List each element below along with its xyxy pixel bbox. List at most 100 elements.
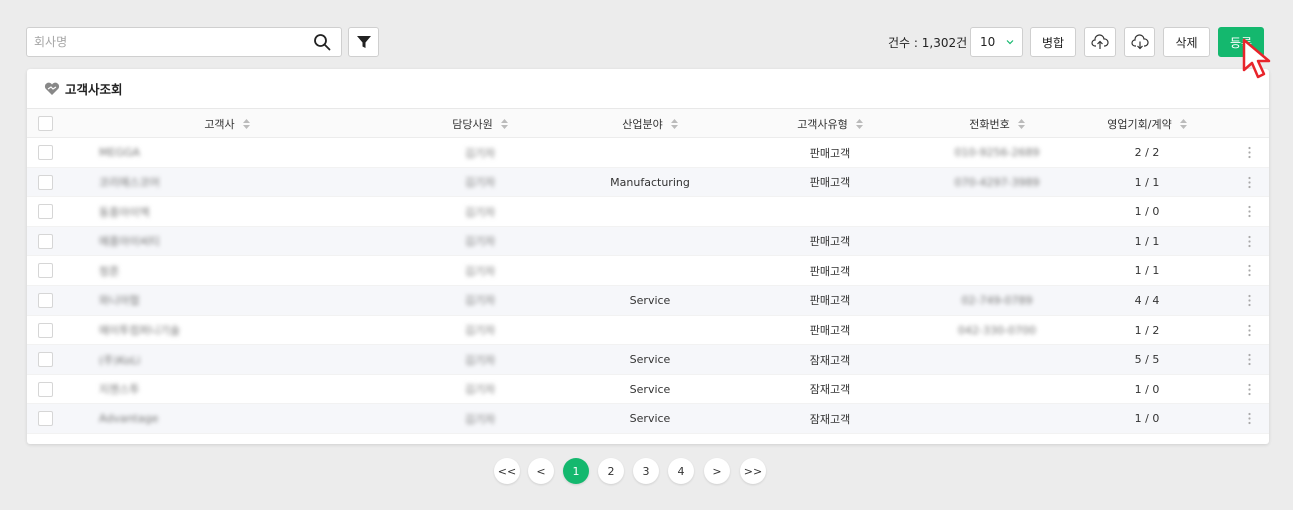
cell-phone [927, 404, 1067, 433]
more-options-icon[interactable] [1248, 264, 1251, 277]
column-header-industry[interactable]: 산업분야 [580, 109, 720, 138]
page-button-4[interactable]: 4 [668, 458, 694, 484]
table-row[interactable]: (주)KoLi 김기자 Service 잠재고객 5 / 5 [27, 345, 1269, 375]
table-row[interactable]: 동흥아이엑 김기자 1 / 0 [27, 197, 1269, 227]
delete-button[interactable]: 삭제 [1163, 27, 1210, 57]
row-checkbox[interactable] [38, 145, 53, 160]
table-row[interactable]: 코리에스코어 김기자 Manufacturing 판매고객 070-4297-3989 1… [27, 167, 1269, 198]
cell-type [760, 197, 900, 226]
search-box[interactable] [26, 27, 342, 57]
cell-owner: 김기자 [464, 324, 496, 338]
mouse-cursor-icon [1242, 38, 1271, 79]
table-body: MEGGA 김기자 판매고객 010-9256-2689 2 / 2 코리에스코어김기자 M… [27, 138, 1269, 434]
column-header-label: 산업분야 [622, 117, 663, 131]
more-options-icon[interactable] [1248, 176, 1251, 189]
cell-type: 판매고객 [809, 324, 851, 338]
more-options-icon[interactable] [1248, 324, 1251, 337]
page-size-select[interactable]: 10 [970, 27, 1023, 57]
cell-phone [927, 227, 1067, 256]
table-row[interactable]: 지젠스투 김기자 Service 잠재고객 1 / 0 [27, 375, 1269, 405]
more-options-icon[interactable] [1248, 412, 1251, 425]
column-header-label: 담당사원 [452, 117, 493, 131]
download-button[interactable] [1124, 27, 1155, 57]
cell-industry: Service [629, 293, 671, 307]
cell-phone [927, 345, 1067, 374]
merge-button[interactable]: 병합 [1030, 27, 1076, 57]
cell-company: 와니아협 [99, 294, 140, 308]
search-icon[interactable] [313, 33, 331, 51]
cell-owner: 김기자 [464, 412, 496, 426]
more-options-icon[interactable] [1248, 383, 1251, 396]
filter-button[interactable] [348, 27, 379, 57]
row-checkbox[interactable] [38, 411, 53, 427]
cell-deals: 2 / 2 [1134, 146, 1160, 159]
row-checkbox[interactable] [38, 292, 53, 308]
cell-company: 에흥아이씨티 [99, 235, 160, 249]
more-options-icon[interactable] [1248, 353, 1251, 366]
more-options-icon[interactable] [1248, 205, 1251, 218]
cell-phone: 070-4297-3989 [954, 175, 1040, 189]
more-options-icon[interactable] [1248, 146, 1251, 159]
row-checkbox[interactable] [38, 174, 53, 190]
table-row[interactable]: 청흔 김기자 판매고객 1 / 1 [27, 256, 1269, 286]
cell-owner: 김기자 [464, 205, 496, 219]
next-page-button[interactable]: > [704, 458, 730, 484]
cell-company: 에이투컴퍼니기술 [99, 324, 180, 338]
page-size-value: 10 [980, 35, 996, 49]
table-row[interactable]: 와니아협 김기자 Service 판매고객 02-749-0789 4 / 4 [27, 285, 1269, 316]
cell-deals: 1 / 0 [1134, 205, 1160, 219]
first-page-button[interactable]: << [494, 458, 520, 484]
table-row[interactable]: 에흥아이씨티 김기자 판매고객 1 / 1 [27, 226, 1269, 257]
cell-type: 판매고객 [809, 176, 851, 190]
cell-type: 판매고객 [809, 294, 851, 308]
cell-company: 동흥아이엑 [99, 205, 150, 219]
cell-type: 잠재고객 [809, 383, 851, 397]
column-header-deals[interactable]: 영업기회/계약 [1077, 109, 1217, 138]
row-checkbox[interactable] [38, 204, 53, 220]
cell-phone: 02-749-0789 [961, 293, 1033, 307]
cell-industry [580, 197, 720, 226]
cell-company: 청흔 [99, 264, 120, 278]
select-all-checkbox[interactable] [38, 116, 53, 131]
row-checkbox[interactable] [38, 233, 53, 249]
cell-owner: 김기자 [464, 294, 496, 308]
prev-page-button[interactable]: < [528, 458, 554, 484]
column-header-type[interactable]: 고객사유형 [760, 109, 900, 138]
cell-deals: 1 / 1 [1134, 234, 1160, 248]
company-search-input[interactable] [27, 28, 297, 56]
cell-company: 코리에스코어 [99, 176, 160, 190]
column-header-owner[interactable]: 담당사원 [410, 109, 550, 138]
page-button-2[interactable]: 2 [598, 458, 624, 484]
cell-type: 판매고객 [809, 264, 851, 278]
row-checkbox[interactable] [38, 381, 53, 397]
page-button-3[interactable]: 3 [633, 458, 659, 484]
row-checkbox[interactable] [38, 322, 53, 338]
cell-type: 판매고객 [809, 235, 851, 249]
cell-industry [580, 256, 720, 285]
sort-icon [670, 118, 678, 129]
table-row[interactable]: 에이투컴퍼니기술 김기자 판매고객 042-330-0700 1 / 2 [27, 316, 1269, 346]
row-checkbox[interactable] [38, 263, 53, 279]
cell-industry: Service [629, 382, 671, 396]
sort-icon [855, 118, 863, 129]
upload-button[interactable] [1084, 27, 1116, 57]
page-button-1[interactable]: 1 [563, 458, 589, 484]
filter-icon [356, 36, 371, 48]
cell-company: 지젠스투 [99, 383, 140, 397]
panel-header: 고객사조회 [27, 69, 1269, 109]
cell-deals: 1 / 0 [1134, 382, 1160, 396]
cell-company: (주)KoLi [99, 353, 141, 367]
cell-deals: 4 / 4 [1134, 293, 1160, 307]
more-options-icon[interactable] [1248, 235, 1251, 248]
row-checkbox[interactable] [38, 352, 53, 368]
more-options-icon[interactable] [1248, 294, 1251, 307]
cell-industry: Manufacturing [610, 175, 690, 189]
table-row[interactable]: MEGGA 김기자 판매고객 010-9256-2689 2 / 2 [27, 138, 1269, 168]
cell-industry: Service [629, 412, 671, 426]
column-header-phone[interactable]: 전화번호 [927, 109, 1067, 138]
cell-deals: 5 / 5 [1134, 353, 1160, 367]
table-row[interactable]: Advantage 김기자 Service 잠재고객 1 / 0 [27, 404, 1269, 434]
panel-title: 고객사조회 [65, 82, 123, 97]
last-page-button[interactable]: >> [740, 458, 766, 484]
column-header-company[interactable]: 고객사 [147, 109, 307, 138]
